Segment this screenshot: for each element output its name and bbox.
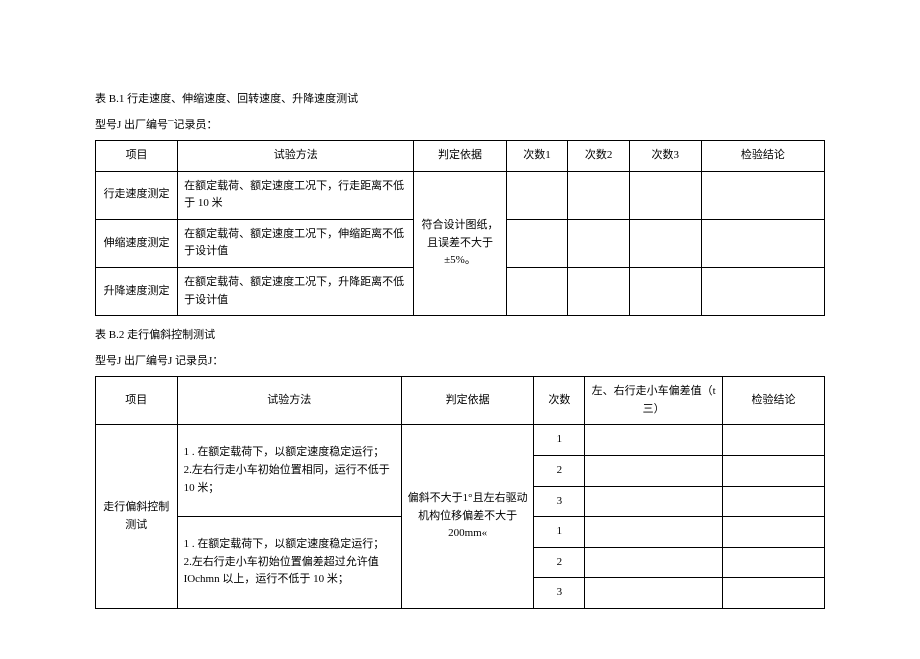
- table-row: 走行偏斜控制测试 1 . 在额定载荷下，以额定速度稳定运行； 2.左右行走小车初…: [96, 425, 825, 456]
- cell-blank: [723, 547, 825, 578]
- cell-blank: [723, 455, 825, 486]
- cell-blank: [506, 219, 568, 267]
- cell-blank: [701, 219, 824, 267]
- header-conclusion: 检验结论: [723, 377, 825, 425]
- cell-blank: [585, 547, 723, 578]
- cell-blank: [723, 578, 825, 609]
- cell-count: 3: [534, 578, 585, 609]
- cell-item: 走行偏斜控制测试: [96, 425, 178, 609]
- table-row: 行走速度测定 在额定载荷、额定速度工况下，行走距离不低于 10 米 符合设计图纸…: [96, 171, 825, 219]
- header-dev: 左、右行走小车偏差值（t 三）: [585, 377, 723, 425]
- cell-basis: 偏斜不大于1°且左右驱动机构位移偏差不大于 200mm«: [401, 425, 534, 609]
- cell-blank: [506, 171, 568, 219]
- cell-blank: [701, 171, 824, 219]
- table1-subline: 型号J 出厂编号¯记录员：: [95, 116, 825, 132]
- cell-blank: [701, 267, 824, 315]
- table-b1: 项目 试验方法 判定依据 次数1 次数2 次数3 检验结论 行走速度测定 在额定…: [95, 140, 825, 316]
- cell-method2: 1 . 在额定载荷下，以额定速度稳定运行； 2.左右行走小车初始位置偏差超过允许…: [177, 517, 401, 609]
- header-method: 试验方法: [178, 141, 414, 172]
- header-basis: 判定依据: [414, 141, 506, 172]
- cell-blank: [723, 486, 825, 517]
- header-method: 试验方法: [177, 377, 401, 425]
- table-b2: 项目 试验方法 判定依据 次数 左、右行走小车偏差值（t 三） 检验结论 走行偏…: [95, 376, 825, 609]
- cell-blank: [629, 171, 701, 219]
- cell-item: 升降速度测定: [96, 267, 178, 315]
- cell-blank: [568, 171, 630, 219]
- cell-blank: [585, 486, 723, 517]
- table2-title: 表 B.2 走行偏斜控制测试: [95, 326, 825, 342]
- cell-blank: [506, 267, 568, 315]
- header-basis: 判定依据: [401, 377, 534, 425]
- cell-item: 伸缩速度测定: [96, 219, 178, 267]
- cell-blank: [723, 517, 825, 548]
- cell-count: 2: [534, 547, 585, 578]
- header-conclusion: 检验结论: [701, 141, 824, 172]
- header-count: 次数: [534, 377, 585, 425]
- cell-basis: 符合设计图纸，且误差不大于 ±5%。: [414, 171, 506, 316]
- cell-blank: [585, 425, 723, 456]
- cell-blank: [585, 455, 723, 486]
- cell-method: 在额定载荷、额定速度工况下，伸缩距离不低于设计值: [178, 219, 414, 267]
- cell-item: 行走速度测定: [96, 171, 178, 219]
- table-row: 项目 试验方法 判定依据 次数 左、右行走小车偏差值（t 三） 检验结论: [96, 377, 825, 425]
- cell-method1: 1 . 在额定载荷下，以额定速度稳定运行； 2.左右行走小车初始位置相同，运行不…: [177, 425, 401, 517]
- cell-blank: [585, 517, 723, 548]
- header-n2: 次数2: [568, 141, 630, 172]
- cell-count: 1: [534, 517, 585, 548]
- cell-blank: [585, 578, 723, 609]
- cell-method: 在额定载荷、额定速度工况下，行走距离不低于 10 米: [178, 171, 414, 219]
- header-item: 项目: [96, 141, 178, 172]
- cell-count: 3: [534, 486, 585, 517]
- header-item: 项目: [96, 377, 178, 425]
- cell-blank: [568, 219, 630, 267]
- cell-blank: [723, 425, 825, 456]
- header-n3: 次数3: [629, 141, 701, 172]
- cell-blank: [568, 267, 630, 315]
- cell-blank: [629, 267, 701, 315]
- table-row: 项目 试验方法 判定依据 次数1 次数2 次数3 检验结论: [96, 141, 825, 172]
- table2-subline: 型号J 出厂编号J 记录员J：: [95, 352, 825, 368]
- cell-count: 1: [534, 425, 585, 456]
- cell-method: 在额定载荷、额定速度工况下，升降距离不低于设计值: [178, 267, 414, 315]
- table1-title: 表 B.1 行走速度、伸缩速度、回转速度、升降速度测试: [95, 90, 825, 106]
- header-n1: 次数1: [506, 141, 568, 172]
- cell-count: 2: [534, 455, 585, 486]
- cell-blank: [629, 219, 701, 267]
